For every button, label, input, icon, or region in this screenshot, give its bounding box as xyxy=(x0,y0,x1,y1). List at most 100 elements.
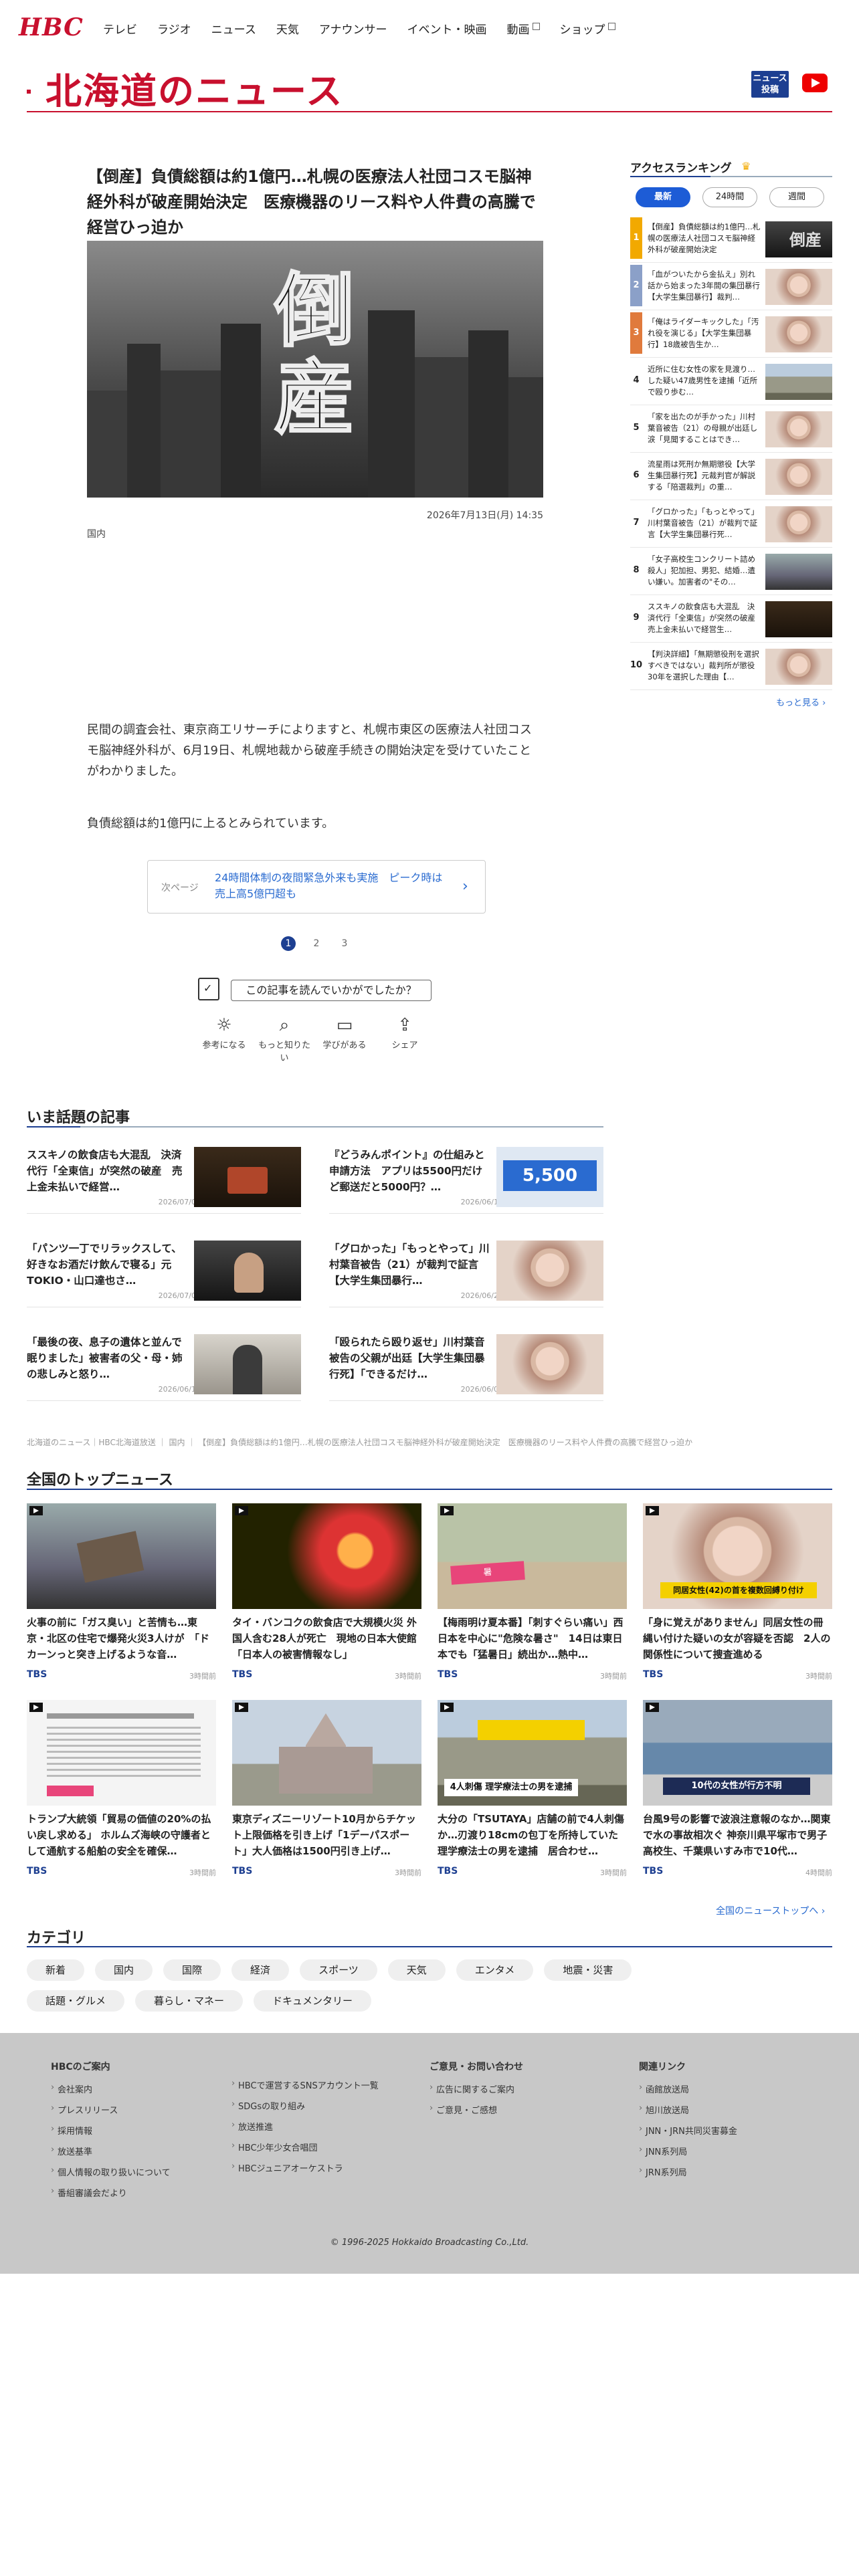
nav-radio[interactable]: ラジオ xyxy=(157,20,191,37)
category-pill[interactable]: 暮らし・マネー xyxy=(135,1990,244,2012)
ranking-item[interactable]: 5 「家を出たのが手かった」川村葉音被告（21）の母親が出廷し涙「見聞することは… xyxy=(630,407,832,453)
nav-news[interactable]: ニュース xyxy=(211,20,256,37)
footer-col-info: HBCで運営するSNSアカウント一覧 SDGsの取り組み 放送推進 HBC少年少… xyxy=(231,2078,379,2182)
trending-item[interactable]: 「殴られたら殴り返せ」川村葉音被告の父親が出廷【大学生集団暴行死】「できるだけ…… xyxy=(329,1334,603,1401)
reaction-learned[interactable]: ▭ 学びがある xyxy=(314,1012,375,1063)
top-news-card[interactable]: 10代の女性が行方不明 台風9号の影響で波浪注意報のなか…関東で水の事故相次ぐ … xyxy=(643,1700,832,1881)
footer-link[interactable]: 番組審議会だより xyxy=(51,2186,171,2199)
ranking-item-title: 「家を出たのが手かった」川村葉音被告（21）の母親が出廷し涙「見聞することはでき… xyxy=(648,412,758,444)
trending-item[interactable]: 『どうみんポイント』の仕組みと申請方法 アプリは5500円だけど郵送だと5000… xyxy=(329,1147,603,1214)
page-2[interactable]: 2 xyxy=(309,936,324,951)
lightbulb-icon: ☼ xyxy=(216,1015,232,1035)
reaction-know-more[interactable]: ⌕ もっと知りたい xyxy=(254,1012,314,1063)
footer-link[interactable]: HBCジュニアオーケストラ xyxy=(231,2161,379,2174)
footer-link[interactable]: 個人情報の取り扱いについて xyxy=(51,2165,171,2178)
nav-announcer[interactable]: アナウンサー xyxy=(319,20,387,37)
page-3[interactable]: 3 xyxy=(337,936,352,951)
top-news-card[interactable]: 4人刺傷 理学療法士の男を逮捕 大分の「TSUTAYA」店舗の前で4人刺傷か…刃… xyxy=(438,1700,627,1881)
trending-item-date: 2026/06/03 xyxy=(460,1385,503,1394)
footer-link[interactable]: プレスリリース xyxy=(51,2103,171,2116)
trending-item[interactable]: 「最後の夜、息子の遺体と並んで眠りました」被害者の父・母・姉の悲しみと怒り… 2… xyxy=(27,1334,301,1401)
category-pill[interactable]: 新着 xyxy=(27,1959,85,1981)
footer-link[interactable]: 放送基準 xyxy=(51,2145,171,2157)
footer-link[interactable]: SDGsの取り組み xyxy=(231,2099,379,2112)
news-submit-button[interactable]: ニュース 投稿 xyxy=(751,71,789,98)
ranking-number: 8 xyxy=(633,565,640,575)
nav-label: ショップ xyxy=(559,23,605,37)
page-1[interactable]: 1 xyxy=(281,936,296,951)
ranking-tab-weekly[interactable]: 週間 xyxy=(769,187,824,207)
ranking-item[interactable]: 7 「グロかった」「もっとやって」川村葉音被告（21）が裁判で証言【大学生集団暴… xyxy=(630,502,832,548)
top-news-card[interactable]: タイ・バンコクの飲食店で大規模火災 外国人含む28人が死亡 現地の日本大使館「日… xyxy=(232,1503,421,1684)
category-pill[interactable]: 国際 xyxy=(163,1959,221,1981)
ranking-item-thumb xyxy=(765,459,832,495)
footer-link[interactable]: JNN・JRN共同災害募金 xyxy=(639,2124,737,2137)
nav-shop[interactable]: ショップ xyxy=(560,20,615,37)
top-news-more-link[interactable]: 全国のニューストップへ › xyxy=(716,1904,825,1917)
footer-link[interactable]: 広告に関するご案内 xyxy=(430,2082,523,2095)
reaction-share[interactable]: ⇪ シェア xyxy=(375,1012,435,1063)
footer-link[interactable]: 採用情報 xyxy=(51,2124,171,2137)
ranking-item[interactable]: 4 近所に住む女性の家を見渡り…した疑い47歳男性を逮捕「近所で殴り歩む… xyxy=(630,360,832,405)
ranking-item[interactable]: 6 流星雨は死刑か無期懲役【大学生集団暴行死】元裁判官が解説する「陪選裁判」の重… xyxy=(630,455,832,500)
footer-link[interactable]: 函館放送局 xyxy=(639,2082,737,2095)
category-pill[interactable]: 天気 xyxy=(387,1959,446,1981)
nav-tv[interactable]: テレビ xyxy=(103,20,137,37)
youtube-icon[interactable] xyxy=(802,74,828,92)
nav-weather[interactable]: 天気 xyxy=(276,20,299,37)
next-page-link[interactable]: 次ページ 24時間体制の夜間緊急外来も実施 ピーク時は売上高5億円超も › xyxy=(147,860,486,914)
footer-link[interactable]: JNN系列局 xyxy=(639,2145,737,2157)
top-news-title-text: トランプ大統領「貿易の価値の20%の払い戻し求める」 ホルムズ海峡の守護者として… xyxy=(27,1813,211,1857)
category-pill[interactable]: スポーツ xyxy=(300,1959,377,1981)
trending-item[interactable]: ススキノの飲食店も大混乱 決済代行「全東信」が突然の破産 売上金未払いで経営… … xyxy=(27,1147,301,1214)
category-pill[interactable]: 国内 xyxy=(95,1959,153,1981)
brand-title[interactable]: 北海道のニュース xyxy=(45,62,343,114)
footer-link[interactable]: HBCで運営するSNSアカウント一覧 xyxy=(231,2078,379,2091)
ranking-tab-latest[interactable]: 最新 xyxy=(636,187,690,207)
trending-item[interactable]: 「グロかった」「もっとやって」川村葉音被告（21）が裁判で証言【大学生集団暴行…… xyxy=(329,1241,603,1307)
next-page-label: 次ページ xyxy=(161,883,199,893)
footer-link[interactable]: ご意見・ご感想 xyxy=(430,2103,523,2116)
category-pill[interactable]: ドキュメンタリー xyxy=(254,1990,372,2012)
ranking-more-link[interactable]: もっと見る › xyxy=(776,695,826,708)
ranking-item[interactable]: 3 「俺はライダーキックした」「汚れ役を演じる」【大学生集団暴行】18歳被告生か… xyxy=(630,312,832,358)
nav-video[interactable]: 動画 xyxy=(507,20,540,37)
reaction-helpful[interactable]: ☼ 参考になる xyxy=(194,1012,254,1063)
share-icon: ⇪ xyxy=(397,1015,412,1035)
ranking-item[interactable]: 2 「血がついたから金払え」別れ話から始まった3年間の集団暴行【大学生集団暴行】… xyxy=(630,265,832,310)
ranking-item[interactable]: 9 ススキノの飲食店も大混乱 決済代行「全東信」が突然の破産 売上金未払いで経営… xyxy=(630,597,832,643)
category-pill[interactable]: 経済 xyxy=(231,1959,290,1981)
breadcrumb[interactable]: 北海道のニュース｜HBC北海道放送 ｜ 国内 ｜ 【倒産】負債総額は約1億円…札… xyxy=(27,1436,696,1448)
crown-icon: ♛ xyxy=(741,160,751,173)
nav-label: 動画 xyxy=(506,23,530,37)
top-news-card[interactable]: 暑 【梅雨明け夏本番】「刺すぐらい痛い」西日本を中心に"危険な暑さ" 14日は東… xyxy=(438,1503,627,1684)
ranking-item-thumb xyxy=(765,649,832,685)
ranking-number: 5 xyxy=(633,423,640,433)
footer-link[interactable]: JRN系列局 xyxy=(639,2165,737,2178)
top-news-card[interactable]: 火事の前に「ガス臭い」と苦情も…東京・北区の住宅で爆発火災3人けが 「ドカーンっ… xyxy=(27,1503,216,1684)
ranking-item[interactable]: 10 【判決詳細】「無期懲役刑を選択すべきではない」裁判所が懲役30年を選択した… xyxy=(630,645,832,690)
footer-link[interactable]: 放送推進 xyxy=(231,2120,379,2133)
thumb-price-label: 5,500 xyxy=(503,1160,597,1191)
top-news-source: TBS xyxy=(232,1669,253,1680)
ranking-number: 9 xyxy=(633,613,640,623)
top-news-title: 全国のトップニュース xyxy=(27,1472,173,1489)
nav-event[interactable]: イベント・映画 xyxy=(407,20,487,37)
trending-item[interactable]: 「パンツ一丁でリラックスして、好きなお酒だけ飲んで寝る」元TOKIO・山口達也さ… xyxy=(27,1241,301,1307)
category-pill[interactable]: 話題・グルメ xyxy=(27,1990,125,2012)
footer-link[interactable]: 会社案内 xyxy=(51,2082,171,2095)
ranking-item[interactable]: 8 「女子高校生コンクリート詰め殺人」犯加担、男犯、結婚…遺い嫌い。加害者の"そ… xyxy=(630,550,832,595)
top-news-card[interactable]: 同居女性(42)の首を複数回縛り付け 「身に覚えがありません」同居女性の冊縄い付… xyxy=(643,1503,832,1684)
footer-link[interactable]: HBC少年少女合唱団 xyxy=(231,2141,379,2153)
hbc-logo[interactable]: HBC xyxy=(19,13,84,41)
ranking-item[interactable]: 1 【倒産】負債総額は約1億円…札幌の医療法人社団コスモ脳神経外科が破産開始決定… xyxy=(630,217,832,263)
category-pill[interactable]: 地震・災害 xyxy=(544,1959,632,1981)
top-news-card[interactable]: トランプ大統領「貿易の価値の20%の払い戻し求める」 ホルムズ海峡の守護者として… xyxy=(27,1700,216,1881)
survey-button[interactable]: この記事を読んでいかがでしたか？ xyxy=(231,980,432,1001)
ranking-tab-24h[interactable]: 24時間 xyxy=(702,187,757,207)
ranking-item-thumb xyxy=(765,554,832,590)
footer-link[interactable]: 旭川放送局 xyxy=(639,2103,737,2116)
top-news-card[interactable]: 東京ディズニーリゾート10月からチケット上限価格を引き上げ「1デーパスポート」大… xyxy=(232,1700,421,1881)
category-pill[interactable]: エンタメ xyxy=(456,1959,534,1981)
article-category[interactable]: 国内 xyxy=(87,527,106,540)
